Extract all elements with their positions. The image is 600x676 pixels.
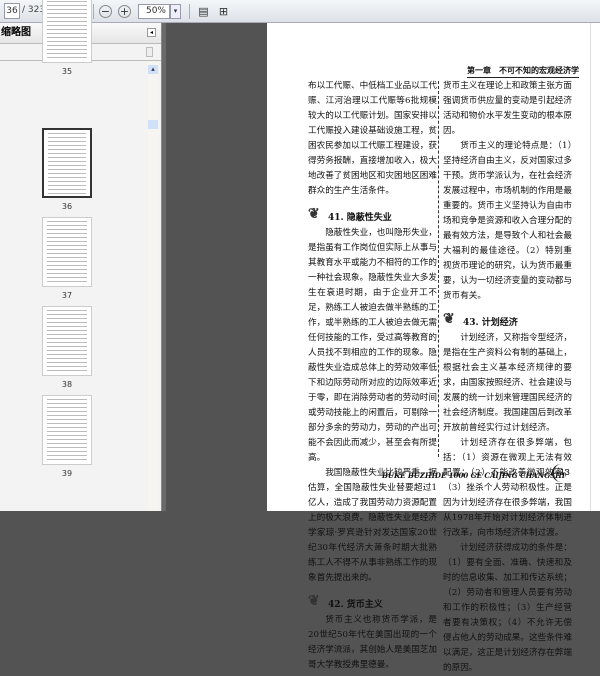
collapse-panel-button[interactable]: ◂: [147, 28, 156, 37]
page-number-input[interactable]: 36: [4, 3, 20, 19]
heading-text: 42. 货币主义: [328, 600, 383, 610]
thumbnail-label: 38: [61, 380, 73, 389]
page-footer: BUKE BUZHIDE 1000 GE CAIJING CHANGSHI: [382, 471, 566, 480]
section-heading: ❦ 42. 货币主义: [308, 593, 437, 612]
running-head: 第一章 不可不知的宏观经济学: [467, 65, 579, 78]
heading-text: 41. 隐蔽性失业: [328, 213, 392, 223]
page-number: 13: [552, 464, 570, 482]
trash-icon[interactable]: [146, 47, 153, 57]
scroll-up-icon[interactable]: ▴: [148, 65, 158, 74]
scroll-thumb[interactable]: [148, 120, 158, 129]
paragraph: 计划经济存在很多弊端，包括：（1）资源在微观上无法有效配置；（2）不能改善微观效…: [443, 438, 572, 538]
thumbnail-label: 36: [61, 202, 73, 211]
section-heading: ❦ 41. 隐蔽性失业: [308, 206, 437, 225]
paragraph: 计划经济获得成功的条件是：（1）要有全面、准确、快速和及时的信息收集、加工和传达…: [443, 543, 572, 673]
zoom-in-icon[interactable]: +: [118, 5, 131, 18]
thumbnail-label: 35: [61, 67, 73, 76]
panel-title: 缩略图: [1, 27, 31, 38]
right-column: 货币主义在理论上和政策主张方面强调货币供应量的变动是引起经济活动和物价水平发生变…: [443, 79, 572, 676]
paragraph: 计划经济，又称指令型经济，是指在生产资料公有制的基础上，根据社会主义基本经济规律…: [443, 333, 572, 433]
column-divider: [438, 81, 439, 457]
panel-splitter[interactable]: [162, 23, 166, 511]
heading-text: 43. 计划经济: [463, 318, 518, 328]
thumbnail-label: 37: [61, 291, 73, 300]
separator: [189, 4, 190, 19]
zoom-input[interactable]: 50%: [138, 4, 170, 19]
thumbnail-page[interactable]: [42, 306, 92, 376]
paragraph: 布以工代赈、中低档工业品以工代赈、江河治理以工代赈等6批规模较大的以工代赈计划。…: [308, 81, 437, 196]
thumbnail-scrollbar[interactable]: ▴: [148, 62, 158, 511]
pdf-page: 第一章 不可不知的宏观经济学 布以工代赈、中低档工业品以工代赈、江河治理以工代赈…: [267, 23, 590, 673]
separator: [93, 4, 94, 19]
thumbnail-page[interactable]: [42, 128, 92, 198]
paragraph: 我国隐蔽性失业比较严重，据估算，全国隐蔽性失业替要超过1亿人，造成了我国劳动力资…: [308, 468, 437, 583]
document-scrollbar[interactable]: [590, 23, 600, 511]
thumbnail-page[interactable]: [42, 0, 92, 63]
thumbnail-panel: 缩略图 ◂ 35 36 37 38 39 ▴: [0, 0, 162, 511]
thumbnail-page[interactable]: [42, 395, 92, 465]
paragraph: 隐蔽性失业，也叫隐形失业，是指虽有工作岗位但实际上从事与其教育水平或能力不相符的…: [308, 228, 437, 463]
paragraph: 货币主义的理论特点是：（1）坚持经济自由主义，反对国家过多干预。货币学派认为，在…: [443, 141, 572, 301]
left-column: 布以工代赈、中低档工业品以工代赈、江河治理以工代赈等6批规模较大的以工代赈计划。…: [308, 79, 437, 673]
fit-width-icon[interactable]: ⊞: [215, 3, 232, 20]
zoom-out-icon[interactable]: −: [99, 5, 112, 18]
thumbnail-page[interactable]: [42, 217, 92, 287]
zoom-dropdown-icon[interactable]: ▾: [170, 4, 181, 19]
thumbnail-label: 39: [61, 469, 73, 478]
section-ornament-icon: ❦: [308, 593, 320, 609]
paragraph: 货币主义也称货币学派，是20世纪50年代在美国出现的一个经济学流派，其创始人是美…: [308, 615, 437, 670]
section-heading: ❦ 43. 计划经济: [443, 311, 572, 330]
section-ornament-icon: ❦: [308, 206, 320, 222]
fit-page-icon[interactable]: ▤: [195, 3, 212, 20]
paragraph: 货币主义在理论上和政策主张方面强调货币供应量的变动是引起经济活动和物价水平发生变…: [443, 81, 572, 136]
section-ornament-icon: ❦: [443, 311, 455, 327]
